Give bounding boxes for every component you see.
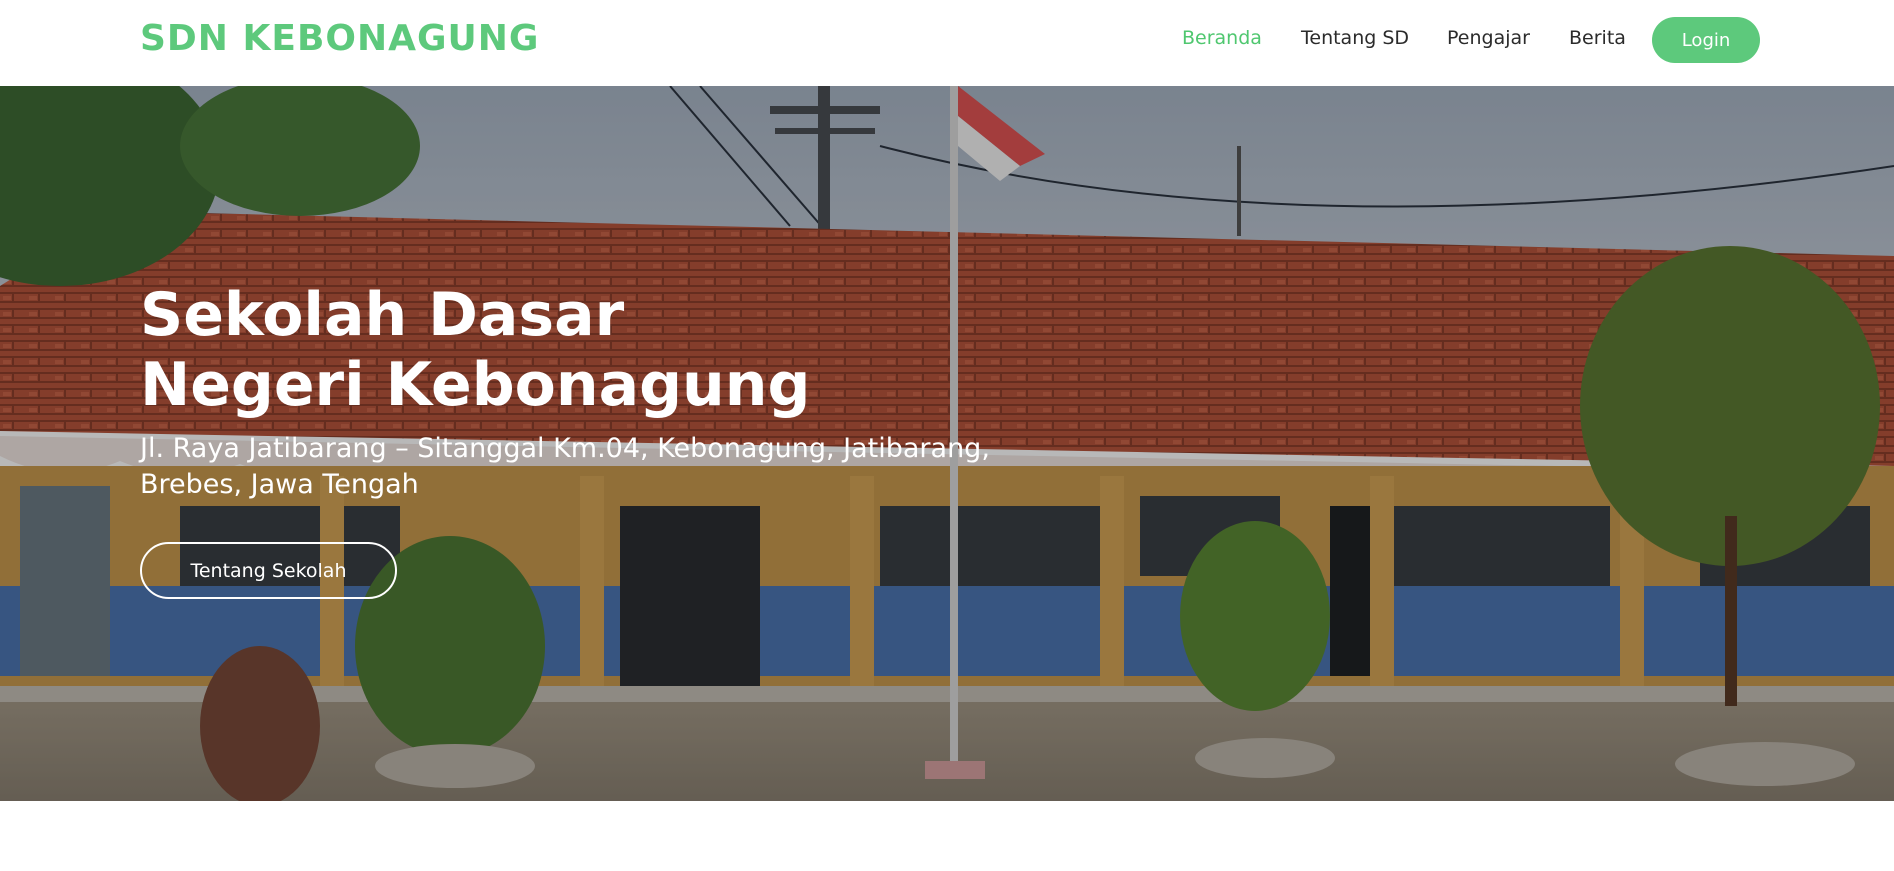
hero-address-line-1: Jl. Raya Jatibarang – Sitanggal Km.04, K… xyxy=(140,433,990,464)
nav-link-berita[interactable]: Berita xyxy=(1569,27,1626,49)
brand-logo[interactable]: SDN KEBONAGUNG xyxy=(140,18,539,59)
hero-title: Sekolah Dasar Negeri Kebonagung xyxy=(140,280,1040,420)
nav-link-beranda[interactable]: Beranda xyxy=(1182,27,1262,49)
nav-link-tentang-sd[interactable]: Tentang SD xyxy=(1301,27,1409,49)
hero-title-line-1: Sekolah Dasar xyxy=(140,280,625,350)
hero-address-line-2: Brebes, Jawa Tengah xyxy=(140,469,419,500)
hero-address: Jl. Raya Jatibarang – Sitanggal Km.04, K… xyxy=(140,431,1040,503)
hero-section: Sekolah Dasar Negeri Kebonagung Jl. Raya… xyxy=(0,86,1894,801)
hero-title-line-2: Negeri Kebonagung xyxy=(140,350,811,420)
nav-link-pengajar[interactable]: Pengajar xyxy=(1447,27,1530,49)
tentang-sekolah-button[interactable]: Tentang Sekolah xyxy=(140,542,397,599)
navbar: SDN KEBONAGUNG Beranda Tentang SD Pengaj… xyxy=(0,0,1894,86)
login-button[interactable]: Login xyxy=(1652,17,1760,63)
